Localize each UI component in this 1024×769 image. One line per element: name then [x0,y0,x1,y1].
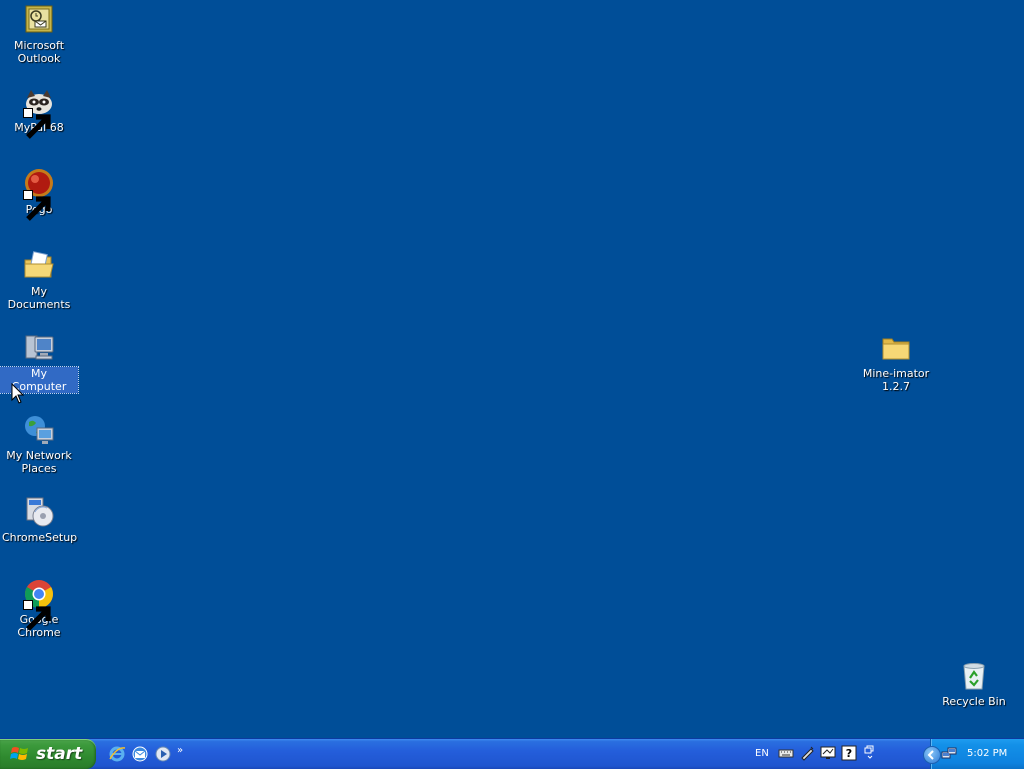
desktop-icon-pego[interactable]: Pego [0,168,78,221]
pen-icon[interactable] [799,745,815,761]
keyboard-icon[interactable] [778,745,794,761]
clock[interactable]: 5:02 PM [967,748,1007,759]
system-icons: ? [778,745,883,761]
outlook-icon [23,4,55,36]
folder-icon [880,332,912,364]
display-icon[interactable] [820,745,836,761]
internet-explorer-icon[interactable] [108,745,126,763]
desktop-icon-label: Mine-imator 1.2.7 [862,367,930,393]
mypal-raccoon-icon [23,86,55,139]
desktop-icon-google-chrome[interactable]: Google Chrome [0,578,78,639]
my-computer-icon [23,332,55,364]
start-button[interactable]: start [0,739,96,769]
desktop-icon-label: Recycle Bin [942,695,1006,708]
taskbar: start » EN ? 5:02 PM [0,738,1024,769]
desktop-icon-label: ChromeSetup [2,531,78,544]
network-places-icon [23,414,55,446]
help-icon[interactable]: ? [841,745,857,761]
recycle-bin-icon [958,660,990,692]
desktop-icon-outlook[interactable]: Microsoft Outlook [0,4,78,65]
media-player-icon[interactable] [154,745,172,763]
chevron-left-icon [927,750,934,760]
mouse-cursor-icon [11,383,25,404]
network-connection-icon[interactable] [941,746,957,762]
desktop-icon-label: Microsoft Outlook [13,39,65,65]
notification-area: 5:02 PM [923,739,1024,769]
svg-text:?: ? [846,747,852,760]
restore-icon[interactable] [862,745,878,761]
desktop-icon-my-documents[interactable]: My Documents [0,250,78,311]
my-documents-folder-icon [23,250,55,282]
desktop-icon-label: My Network Places [6,449,72,475]
desktop-icon-chrome-setup[interactable]: ChromeSetup [0,496,78,544]
quick-launch: » [108,745,183,763]
outlook-express-icon[interactable] [131,745,149,763]
start-label: start [36,744,83,764]
language-indicator[interactable]: EN [755,748,769,759]
shortcut-arrow-icon [23,108,51,139]
desktop-icon-network-places[interactable]: My Network Places [0,414,78,475]
desktop-icon-mine-imator-folder[interactable]: Mine-imator 1.2.7 [857,332,935,393]
show-hidden-icons-button[interactable] [923,746,941,764]
google-chrome-icon [23,578,55,631]
desktop-icon-recycle-bin[interactable]: Recycle Bin [935,660,1013,708]
shortcut-arrow-icon [23,190,51,221]
quick-launch-overflow-chevron[interactable]: » [177,745,183,756]
shortcut-arrow-icon [23,600,51,631]
pego-red-ball-icon [23,168,55,221]
chrome-setup-installer-icon [23,496,55,528]
desktop-icon-mypal[interactable]: MyPal 68 [0,86,78,139]
windows-flag-icon [10,747,28,760]
desktop[interactable]: Microsoft Outlook MyPal 68 Pego My Docum… [0,0,1024,738]
desktop-icon-label: My Documents [7,285,71,311]
